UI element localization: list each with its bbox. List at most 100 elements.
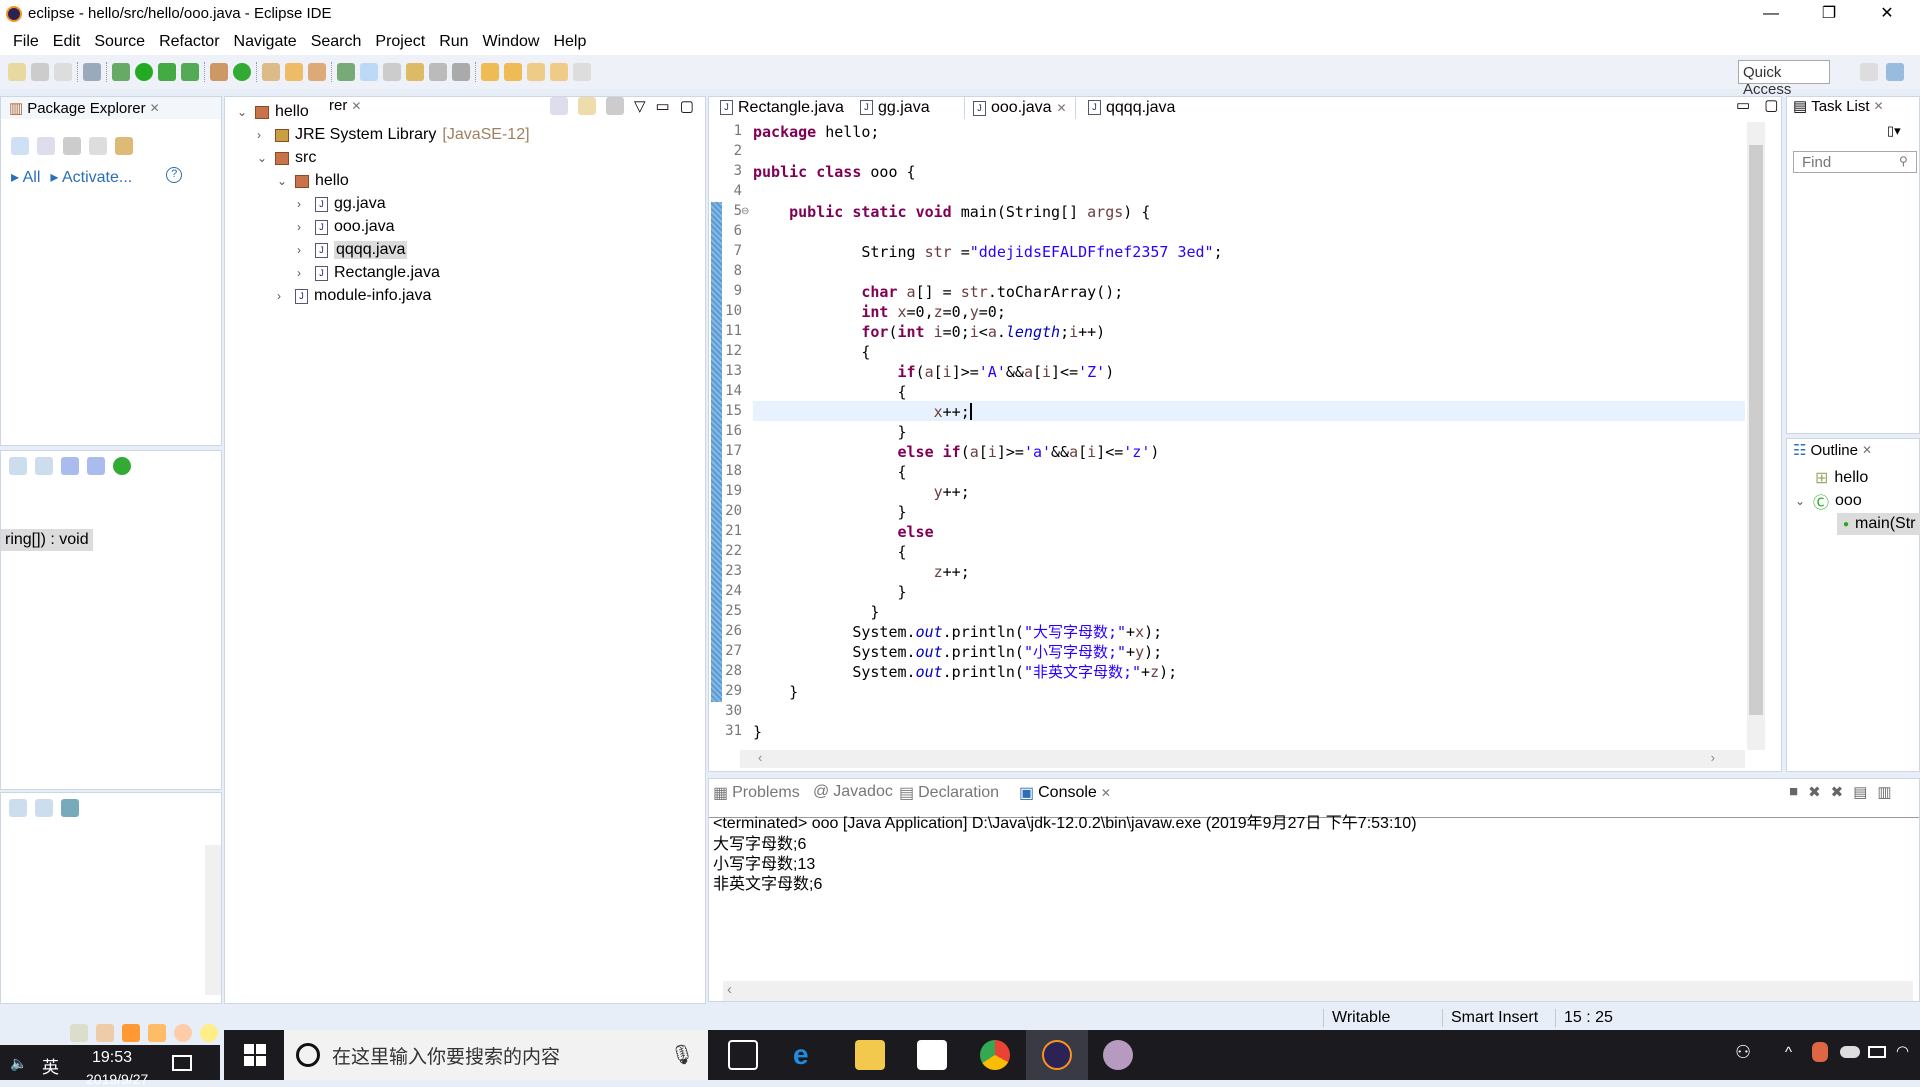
activate-link[interactable]: ▸ Activate... xyxy=(50,167,132,187)
menu-refactor[interactable]: Refactor xyxy=(152,27,226,55)
tip-icon[interactable] xyxy=(70,1024,88,1042)
filter-icon[interactable] xyxy=(606,97,624,115)
clear-console-icon[interactable]: ▤ xyxy=(1853,783,1867,801)
help-icon[interactable]: ? xyxy=(166,167,183,183)
view-menu-icon[interactable]: ▽ xyxy=(634,97,646,115)
tab-project-explorer[interactable]: rer ✕ xyxy=(329,97,361,114)
scrollbar-thumb[interactable] xyxy=(1749,145,1763,715)
close-tab-icon[interactable]: ✕ xyxy=(1874,99,1884,113)
chevron-right-icon[interactable]: › xyxy=(297,220,309,234)
ime-indicator[interactable]: 英 xyxy=(42,1053,59,1078)
outline-item-class[interactable]: ⌄ Ⓒooo xyxy=(1795,490,1862,512)
pencil-icon[interactable] xyxy=(148,1024,166,1042)
view-icon[interactable] xyxy=(61,799,79,817)
external-tools-icon[interactable] xyxy=(181,63,199,81)
coverage-icon[interactable] xyxy=(158,63,176,81)
filter-all-link[interactable]: ▸ All xyxy=(11,167,40,187)
tab-console[interactable]: ▣ Console ✕ xyxy=(1013,779,1117,807)
new-task-icon[interactable]: ▯▾ xyxy=(1887,123,1901,139)
welcome-icon[interactable] xyxy=(174,1024,192,1042)
new-class-icon[interactable] xyxy=(233,63,251,81)
outline-method-item[interactable]: ring[]) : void xyxy=(1,529,93,551)
forward-icon[interactable] xyxy=(573,63,591,81)
link-icon[interactable] xyxy=(89,137,107,155)
minimize-view-icon[interactable]: ▭ xyxy=(656,97,670,115)
show-whitespace-icon[interactable] xyxy=(429,63,447,81)
chevron-right-icon[interactable]: › xyxy=(297,197,309,211)
menu-file[interactable]: File xyxy=(6,27,46,55)
show-hidden-icons[interactable]: ^ xyxy=(1785,1044,1792,1061)
tree-item[interactable]: › J Rectangle.java xyxy=(297,262,440,284)
editor-horizontal-scrollbar[interactable]: ‹ › xyxy=(740,750,1745,768)
book-icon[interactable] xyxy=(96,1024,114,1042)
taskbar-search-box[interactable]: 在这里输入你要搜索的内容 🎙 xyxy=(284,1030,708,1080)
tab-outline[interactable]: ☷ Outline ✕ xyxy=(1793,441,1872,460)
skip-breakpoints-icon[interactable] xyxy=(83,63,101,81)
chevron-right-icon[interactable]: › xyxy=(297,266,309,280)
menu-window[interactable]: Window xyxy=(476,27,547,55)
chevron-down-icon[interactable]: ⌄ xyxy=(277,174,289,188)
tree-item[interactable]: › Jqqqq.java xyxy=(297,239,408,261)
editor-tab[interactable]: Jooo.java ✕ xyxy=(964,96,1076,119)
chevron-right-icon[interactable]: › xyxy=(257,128,269,142)
chevron-down-icon[interactable]: ⌄ xyxy=(237,105,249,119)
scroll-lock-icon[interactable]: ▥ xyxy=(1877,783,1891,801)
chevron-down-icon[interactable]: ⌄ xyxy=(257,151,269,165)
link-editor-icon[interactable] xyxy=(578,97,596,115)
tab-javadoc[interactable]: @ Javadoc xyxy=(813,783,893,801)
lightbulb-icon[interactable] xyxy=(200,1024,218,1042)
tutorial-icon[interactable] xyxy=(122,1024,140,1042)
tree-item[interactable]: ⌄ src xyxy=(257,147,316,169)
word-wrap-icon[interactable] xyxy=(383,63,401,81)
new-java-project-icon[interactable] xyxy=(210,63,228,81)
file-explorer-icon[interactable] xyxy=(855,1040,885,1070)
task-view-icon[interactable] xyxy=(728,1040,758,1070)
volume-icon[interactable]: 🔈 xyxy=(10,1055,27,1072)
filter-icon[interactable] xyxy=(63,137,81,155)
quick-access-input[interactable]: Quick Access xyxy=(1738,60,1830,98)
hide-static-icon[interactable] xyxy=(87,457,105,475)
microphone-icon[interactable]: 🎙 xyxy=(670,1043,694,1067)
menu-project[interactable]: Project xyxy=(368,27,432,55)
store-icon[interactable] xyxy=(917,1040,947,1070)
mark-occurrences-icon[interactable] xyxy=(360,63,378,81)
outline-item-method[interactable]: ● main(Str xyxy=(1837,513,1920,535)
restore-button[interactable]: ❐ xyxy=(1806,2,1852,26)
minimize-button[interactable]: — xyxy=(1748,2,1794,26)
menu-help[interactable]: Help xyxy=(546,27,593,55)
menu-navigate[interactable]: Navigate xyxy=(227,27,304,55)
run-icon[interactable] xyxy=(135,63,153,81)
onedrive-icon[interactable] xyxy=(1840,1046,1860,1058)
open-folder-icon[interactable] xyxy=(285,63,303,81)
terminate-icon[interactable]: ■ xyxy=(1789,783,1798,801)
last-edit-icon[interactable] xyxy=(527,63,545,81)
remove-all-icon[interactable]: ✖ xyxy=(1831,783,1844,801)
collapse-icon[interactable] xyxy=(9,457,27,475)
public-icon[interactable] xyxy=(113,457,131,475)
hide-fields-icon[interactable] xyxy=(61,457,79,475)
vertical-scrollbar[interactable] xyxy=(205,845,221,995)
chevron-down-icon[interactable]: ⌄ xyxy=(1795,494,1807,508)
menu-source[interactable]: Source xyxy=(87,27,152,55)
clock-time[interactable]: 19:53 xyxy=(92,1049,132,1067)
tree-icon[interactable] xyxy=(37,137,55,155)
close-tab-icon[interactable]: ✕ xyxy=(1057,101,1067,115)
view-icon[interactable] xyxy=(35,799,53,817)
tab-declaration[interactable]: ▤ Declaration xyxy=(899,783,999,803)
action-center-icon[interactable] xyxy=(172,1055,192,1071)
close-tab-icon[interactable]: ✕ xyxy=(1101,786,1111,800)
previous-annotation-icon[interactable] xyxy=(504,63,522,81)
close-tab-icon[interactable]: ✕ xyxy=(351,99,361,113)
maximize-editor-icon[interactable]: ▢ xyxy=(1764,96,1778,114)
tree-item[interactable]: ⌄ hello xyxy=(237,101,309,123)
next-annotation-icon[interactable] xyxy=(481,63,499,81)
menu-search[interactable]: Search xyxy=(304,27,369,55)
debug-icon[interactable] xyxy=(112,63,130,81)
open-type-icon[interactable] xyxy=(262,63,280,81)
sort-icon[interactable] xyxy=(35,457,53,475)
open-perspective-icon[interactable] xyxy=(1860,63,1878,81)
chrome-icon[interactable] xyxy=(980,1040,1010,1070)
focus-icon[interactable] xyxy=(11,137,29,155)
battery-icon[interactable] xyxy=(1868,1046,1886,1058)
pilcrow-icon[interactable] xyxy=(452,63,470,81)
